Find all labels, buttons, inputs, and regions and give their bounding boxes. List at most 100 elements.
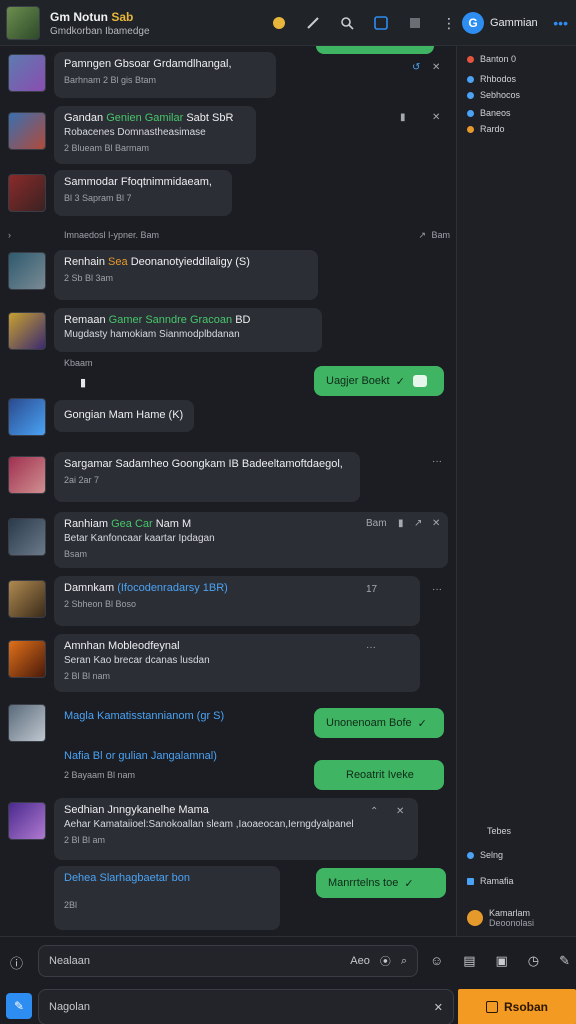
message-subtext: Robacenes Domnastheasimase [64, 127, 206, 138]
clear-icon[interactable]: ✕ [434, 1001, 443, 1014]
compose-icon[interactable]: ✎ [6, 993, 32, 1019]
message-text: Pamngen Gbsoar Grdamdlhangal, [64, 58, 232, 70]
message-bubble[interactable]: Ranhiam Gea Car Nam M Betar Kanfoncaar k… [54, 512, 448, 568]
emoji-icon[interactable]: ☺ [430, 953, 443, 969]
message-meta: 2 Bayaam Bl nam [64, 770, 136, 780]
share-icon[interactable] [370, 12, 392, 34]
avatar[interactable] [8, 174, 46, 212]
more-dots-icon[interactable]: ••• [553, 15, 568, 31]
message-subtext: Betar Kanfoncaar kaartar Ipdagan [64, 533, 215, 544]
copy-icon[interactable]: ▮ [398, 518, 404, 529]
message-text: Gongian Mam Hame (K) [64, 409, 184, 421]
channel-title: Gm Notun Sab [50, 10, 134, 24]
avatar[interactable] [8, 398, 46, 436]
message-bubble[interactable]: Sedhian Jnngykanelhe Mama Aehar Kamataii… [54, 798, 418, 860]
avatar[interactable] [8, 252, 46, 290]
outgoing-bubble[interactable]: Reoatrit Iveke [314, 760, 444, 790]
user-switcher[interactable]: G Gammian ••• [462, 10, 576, 36]
more-icon[interactable]: ··· [432, 456, 442, 467]
message-bubble[interactable]: Sammodar Ffoqtnimmidaeam, Bl 3 Sapram Bl… [54, 170, 232, 216]
input-suffix: Aeo [350, 955, 370, 967]
chevron-up-icon[interactable]: ⌃ [370, 806, 378, 817]
message-meta: 2ai 2ar 7 [64, 475, 100, 485]
sidebar-item[interactable]: Baneos [467, 108, 511, 118]
clock-icon[interactable]: ◷ [528, 953, 539, 969]
message-bubble[interactable]: Dehea Slarhagbaetar bon 2Bl [54, 866, 280, 930]
date-separator: › Imnaedosl I-ypner. Bam ↗ Bam [8, 230, 450, 244]
calendar-icon[interactable]: ▣ [496, 953, 508, 969]
close-icon[interactable]: ✕ [432, 112, 440, 123]
expand-icon[interactable]: ↗ [418, 230, 426, 241]
pen-icon[interactable]: ✎ [559, 953, 570, 969]
sidebar-item[interactable]: Rhbodos [467, 74, 516, 84]
message-bubble[interactable]: Renhain Sea Deonanotyieddilaligy (S) 2 S… [54, 250, 318, 300]
right-sidebar: Banton 0 Rhbodos Sebhocos Baneos Rardo T… [456, 46, 576, 936]
outgoing-bubble-top[interactable] [316, 46, 434, 54]
close-icon[interactable]: ✕ [432, 62, 440, 73]
sidebar-item-label: Banton 0 [480, 54, 517, 64]
search-icon[interactable] [336, 12, 358, 34]
avatar[interactable] [8, 802, 46, 840]
more-icon[interactable]: ··· [366, 642, 376, 653]
sidebar-user[interactable]: Kamarlam Deoonolasi [467, 908, 534, 928]
sidebar-footer-item[interactable]: Selng [467, 850, 503, 860]
more-icon[interactable]: ⋮ [438, 12, 460, 34]
avatar[interactable] [8, 54, 46, 92]
share-icon[interactable]: ↗ [414, 518, 422, 529]
input-placeholder: Nealaan [49, 955, 90, 967]
outgoing-bubble[interactable]: Uagjer Boekt ✓ [314, 366, 444, 396]
outgoing-bubble[interactable]: Manrrtelns toe ✓ [316, 868, 446, 898]
sidebar-item[interactable]: Banton 0 [467, 54, 516, 64]
copy-icon[interactable]: ▮ [400, 112, 406, 123]
emoji-icon[interactable] [268, 12, 290, 34]
outgoing-text: Manrrtelns toe [328, 877, 399, 889]
avatar[interactable] [8, 518, 46, 556]
sidebar-item-label: Baneos [480, 108, 511, 118]
avatar[interactable] [8, 456, 46, 494]
sidebar-footer-item[interactable]: Ramafia [467, 876, 514, 886]
search-icon[interactable]: ⌕ [401, 955, 407, 968]
outgoing-bubble[interactable]: Unonenoam Bofe ✓ [314, 708, 444, 738]
pin-icon[interactable] [404, 12, 426, 34]
folder-icon [467, 877, 474, 885]
check-icon: ✓ [395, 375, 405, 388]
avatar[interactable] [8, 580, 46, 618]
close-icon[interactable]: ✕ [396, 806, 404, 817]
message-meta: 2 Sbheon Bl Boso [64, 599, 137, 609]
channel-avatar[interactable] [6, 6, 40, 40]
status-dot-icon [467, 55, 474, 63]
attachment-icon[interactable]: ▮ [80, 376, 86, 389]
message-bubble[interactable]: Remaan Gamer Sanndre Gracoan BD Mugdasty… [54, 308, 322, 352]
input-bar: ⓘ Nealaan Aeo ⦿ ⌕ ☺ ▤ ▣ ◷ ✎ ✎ Nagolan ✕ … [0, 936, 576, 1024]
message-bubble[interactable]: Sargamar Sadamheo Goongkam IB Badeeltamo… [54, 452, 360, 502]
edit-icon[interactable] [302, 12, 324, 34]
send-label: Rsoban [503, 1000, 548, 1014]
message-bubble[interactable]: Gandan Genien Gamilar Sabt SbR Robacenes… [54, 106, 256, 164]
message-meta: Kbaam [64, 358, 93, 368]
outgoing-text: Uagjer Boekt [326, 375, 390, 387]
sidebar-item[interactable]: Rardo [467, 124, 505, 134]
message-text: Magla Kamatisstannianom (gr S) [64, 710, 225, 722]
separator-text: Imnaedosl I-ypner. Bam [64, 230, 160, 240]
close-icon[interactable]: ✕ [432, 518, 440, 529]
message-input[interactable]: Nealaan Aeo ⦿ ⌕ [38, 945, 418, 977]
avatar[interactable] [8, 312, 46, 350]
more-icon[interactable]: ··· [432, 584, 442, 595]
sidebar-item[interactable]: Sebhocos [467, 90, 520, 100]
attach-icon[interactable]: ⦿ [380, 953, 391, 969]
message-subtext: Aehar Kamataiioel:Sanokoallan sleam ,Iao… [64, 819, 354, 830]
secondary-input[interactable]: Nagolan ✕ [38, 989, 454, 1024]
send-button[interactable]: Rsoban [458, 989, 576, 1024]
sidebar-item-label: Rardo [480, 124, 505, 134]
message-text: Sargamar Sadamheo Goongkam IB Badeeltamo… [64, 458, 343, 470]
message-bubble[interactable]: Pamngen Gbsoar Grdamdlhangal, Barhnam 2 … [54, 52, 276, 98]
send-icon [485, 1001, 498, 1013]
avatar[interactable] [8, 112, 46, 150]
message-bubble[interactable]: Gongian Mam Hame (K) [54, 400, 194, 432]
info-icon[interactable]: ⓘ [10, 953, 23, 972]
reply-icon[interactable]: ↺ [412, 62, 420, 73]
user-name: Gammian [490, 17, 538, 29]
avatar[interactable] [8, 640, 46, 678]
bookmark-icon[interactable]: ▤ [463, 953, 475, 969]
avatar[interactable] [8, 704, 46, 742]
